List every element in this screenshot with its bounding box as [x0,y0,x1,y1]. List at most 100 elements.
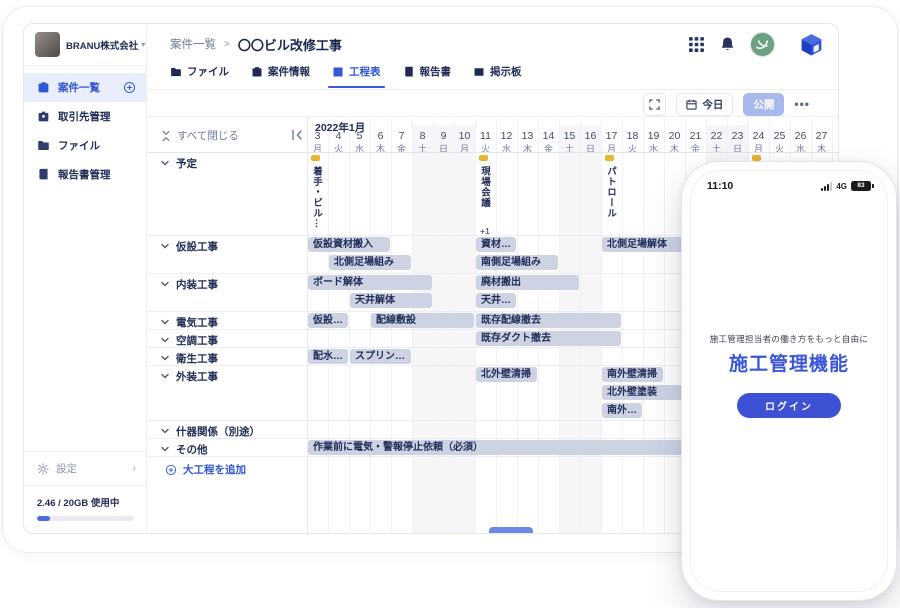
horizontal-scrollbar-thumb[interactable] [489,527,533,533]
sidebar-item-reports[interactable]: 報告書管理 [24,160,146,189]
day-column-header[interactable]: 15 [559,130,580,142]
more-menu-button[interactable]: ••• [794,92,810,116]
gantt-bar[interactable]: 仮設資材搬入 [308,237,390,252]
section-name: 予定 [176,157,197,170]
brand-cube-icon[interactable] [799,32,824,57]
gantt-bar[interactable]: 北側足場組み [329,255,411,270]
day-column-header[interactable]: 8 [412,130,433,142]
storage-progress-fill [37,516,50,521]
panel-collapse-icon [292,129,302,141]
gantt-bar[interactable]: 仮設… [308,313,348,328]
topbar: 案件一覧 > 〇〇ビル改修工事 [147,24,838,64]
tab-project-info[interactable]: 案件情報 [251,64,310,87]
clipboard-icon [38,82,49,93]
gantt-section-label[interactable]: 外装工事 [161,367,218,385]
gantt-bar[interactable]: 資材… [476,237,516,252]
day-column-header[interactable]: 11 [475,130,496,142]
gantt-bar[interactable]: 南側足場組み [476,255,558,270]
day-column-header[interactable]: 16 [580,130,601,142]
gantt-bar[interactable]: 既存配線撤去 [476,313,621,328]
add-process-button[interactable]: 大工程を追加 [165,462,246,477]
milestone-marker[interactable] [311,155,320,161]
tab-files[interactable]: ファイル [170,64,229,87]
day-column-header[interactable]: 6 [370,130,391,142]
day-column-header[interactable]: 10 [454,130,475,142]
day-column-header[interactable]: 7 [391,130,412,142]
day-column-header[interactable]: 13 [517,130,538,142]
day-column-header[interactable]: 9 [433,130,454,142]
day-weekday-label: 月 [753,144,763,154]
day-column-header[interactable]: 22 [706,130,727,142]
gantt-section-label[interactable]: 内装工事 [161,275,218,293]
sidebar-item-projects[interactable]: 案件一覧 [24,73,146,102]
gantt-bar[interactable]: 廃材搬出 [476,275,579,290]
today-label: 今日 [702,98,724,111]
breadcrumb-root[interactable]: 案件一覧 [170,36,216,52]
gantt-bar[interactable]: 北側足場解体 [602,237,684,252]
signal-icon [821,181,833,191]
company-switcher[interactable]: BRANU株式会社 ▾ [24,24,146,66]
panel-collapse-button[interactable] [291,128,303,141]
day-column-header[interactable]: 3 [307,130,328,142]
breadcrumb-separator: > [224,38,230,50]
publish-button[interactable]: 公開 [743,92,785,116]
fullscreen-icon [649,98,661,110]
chevron-down-icon [161,160,169,166]
milestone-marker[interactable] [479,155,488,161]
section-name: 衛生工事 [176,352,218,365]
gantt-bar[interactable]: 北外壁塗装 [602,385,684,400]
day-column-header[interactable]: 27 [811,130,832,142]
tab-board[interactable]: 掲示板 [473,64,522,87]
apps-grid-icon[interactable] [688,36,705,53]
day-column-header[interactable]: 18 [622,130,643,142]
gantt-bar[interactable]: 南外壁清掃 [602,367,663,382]
day-column-header[interactable]: 5 [349,130,370,142]
tab-reports[interactable]: 報告書 [403,64,451,87]
add-project-icon[interactable] [123,81,136,94]
user-avatar[interactable] [750,31,775,57]
day-weekday-label: 日 [732,144,742,154]
gantt-bar[interactable]: 北外壁清掃 [476,367,537,382]
collapse-all-button[interactable]: すべて閉じる [161,128,239,143]
tab-schedule[interactable]: 工程表 [328,64,384,88]
report-icon [39,168,48,180]
bell-icon[interactable] [719,36,736,53]
gantt-bar[interactable]: 配水… [308,349,348,364]
day-column-header[interactable]: 4 [328,130,349,142]
milestone-marker[interactable] [605,155,614,161]
sidebar-item-partners[interactable]: 取引先管理 [24,102,146,131]
sidebar-item-label: 報告書管理 [58,169,111,181]
gantt-bar[interactable]: 配線敷設 [371,313,474,328]
day-column-header[interactable]: 26 [790,130,811,142]
today-button[interactable]: 今日 [676,92,734,116]
fullscreen-button[interactable] [643,92,667,116]
day-weekday-label: 木 [522,144,532,154]
day-column-header[interactable]: 21 [685,130,706,142]
gantt-section-label[interactable]: 仮設工事 [161,237,218,255]
chevron-down-icon [161,243,169,249]
login-button[interactable]: ログイン [737,393,841,418]
chevron-down-icon [161,355,169,361]
day-column-header[interactable]: 17 [601,130,622,142]
gantt-bar[interactable]: 南外… [602,403,642,418]
storage-usage: 2.46 / 20GB 使用中 [24,485,146,533]
day-column-header[interactable]: 23 [727,130,748,142]
sidebar-item-settings[interactable]: 設定 › [24,451,146,485]
day-column-header[interactable]: 12 [496,130,517,142]
sidebar-item-files[interactable]: ファイル [24,131,146,160]
day-weekday-label: 木 [816,144,826,154]
gantt-section-label[interactable]: 予定 [161,154,197,172]
day-column-header[interactable]: 25 [769,130,790,142]
settings-label: 設定 [56,463,77,475]
gantt-bar[interactable]: 天井… [476,293,516,308]
milestone-label: パトロール [605,166,616,219]
day-column-header[interactable]: 20 [664,130,685,142]
gantt-bar[interactable]: ボード解体 [308,275,432,290]
day-column-header[interactable]: 14 [538,130,559,142]
gantt-bar[interactable]: 既存ダクト撤去 [476,331,621,346]
day-column-header[interactable]: 24 [748,130,769,142]
gantt-bar[interactable]: スプリン… [350,349,411,364]
day-column-header[interactable]: 19 [643,130,664,142]
gantt-bar[interactable]: 天井解体 [350,293,432,308]
sidebar-item-label: 取引先管理 [58,111,111,123]
